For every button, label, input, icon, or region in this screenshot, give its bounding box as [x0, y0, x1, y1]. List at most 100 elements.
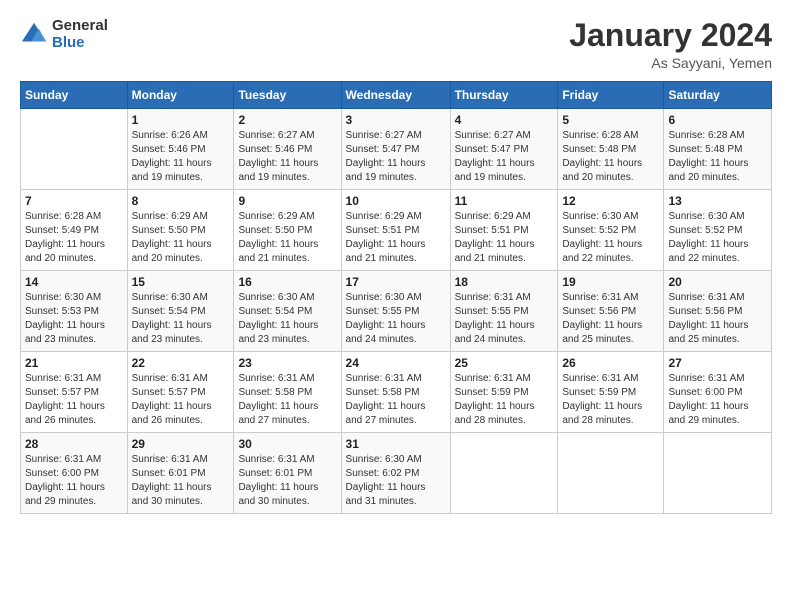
calendar-cell: 5 Sunrise: 6:28 AM Sunset: 5:48 PM Daylig…: [558, 109, 664, 190]
day-info: Sunrise: 6:31 AM Sunset: 6:00 PM Dayligh…: [668, 372, 767, 428]
calendar-cell: 30Sunrise: 6:31 AM Sunset: 6:01 PM Dayli…: [234, 433, 341, 514]
day-number: 13: [668, 194, 767, 208]
day-number: 11: [455, 194, 554, 208]
day-info: Sunrise: 6:30 AM Sunset: 5:53 PM Dayligh…: [25, 291, 123, 347]
day-number: 18: [455, 275, 554, 289]
calendar-cell: 18 Sunrise: 6:31 AM Sunset: 5:55 PM Dayli…: [450, 271, 558, 352]
calendar-cell: 19Sunrise: 6:31 AM Sunset: 5:56 PM Dayli…: [558, 271, 664, 352]
header: General Blue January 2024 As Sayyani, Ye…: [20, 18, 772, 71]
calendar-week-5: 28Sunrise: 6:31 AM Sunset: 6:00 PM Dayli…: [21, 433, 772, 514]
col-monday: Monday: [127, 82, 234, 109]
day-number: 30: [238, 437, 336, 451]
day-number: 5: [562, 113, 659, 127]
calendar-cell: 16 Sunrise: 6:30 AM Sunset: 5:54 PM Dayli…: [234, 271, 341, 352]
day-number: 31: [346, 437, 446, 451]
page: General Blue January 2024 As Sayyani, Ye…: [0, 0, 792, 612]
calendar-week-4: 21 Sunrise: 6:31 AM Sunset: 5:57 PM Dayli…: [21, 352, 772, 433]
calendar-cell: 9Sunrise: 6:29 AM Sunset: 5:50 PM Daylig…: [234, 190, 341, 271]
calendar-cell: [558, 433, 664, 514]
day-info: Sunrise: 6:31 AM Sunset: 5:59 PM Dayligh…: [562, 372, 659, 428]
day-info: Sunrise: 6:29 AM Sunset: 5:50 PM Dayligh…: [132, 210, 230, 266]
day-number: 21: [25, 356, 123, 370]
location-subtitle: As Sayyani, Yemen: [569, 55, 772, 71]
calendar-cell: [21, 109, 128, 190]
calendar-cell: 24Sunrise: 6:31 AM Sunset: 5:58 PM Dayli…: [341, 352, 450, 433]
col-tuesday: Tuesday: [234, 82, 341, 109]
day-number: 23: [238, 356, 336, 370]
day-info: Sunrise: 6:30 AM Sunset: 5:52 PM Dayligh…: [562, 210, 659, 266]
day-number: 22: [132, 356, 230, 370]
day-number: 16: [238, 275, 336, 289]
day-number: 14: [25, 275, 123, 289]
day-info: Sunrise: 6:31 AM Sunset: 6:00 PM Dayligh…: [25, 453, 123, 509]
calendar-cell: 29Sunrise: 6:31 AM Sunset: 6:01 PM Dayli…: [127, 433, 234, 514]
day-number: 6: [668, 113, 767, 127]
day-info: Sunrise: 6:27 AM Sunset: 5:47 PM Dayligh…: [346, 129, 446, 185]
calendar-cell: 23 Sunrise: 6:31 AM Sunset: 5:58 PM Dayli…: [234, 352, 341, 433]
calendar-cell: 4 Sunrise: 6:27 AM Sunset: 5:47 PM Daylig…: [450, 109, 558, 190]
calendar-cell: 22 Sunrise: 6:31 AM Sunset: 5:57 PM Dayli…: [127, 352, 234, 433]
day-info: Sunrise: 6:30 AM Sunset: 5:54 PM Dayligh…: [132, 291, 230, 347]
day-number: 12: [562, 194, 659, 208]
calendar-cell: 15 Sunrise: 6:30 AM Sunset: 5:54 PM Dayli…: [127, 271, 234, 352]
day-info: Sunrise: 6:27 AM Sunset: 5:47 PM Dayligh…: [455, 129, 554, 185]
calendar-cell: 13 Sunrise: 6:30 AM Sunset: 5:52 PM Dayli…: [664, 190, 772, 271]
day-number: 24: [346, 356, 446, 370]
calendar-cell: 2Sunrise: 6:27 AM Sunset: 5:46 PM Daylig…: [234, 109, 341, 190]
day-info: Sunrise: 6:31 AM Sunset: 5:59 PM Dayligh…: [455, 372, 554, 428]
calendar-cell: 14 Sunrise: 6:30 AM Sunset: 5:53 PM Dayli…: [21, 271, 128, 352]
day-number: 3: [346, 113, 446, 127]
logo-text: General Blue: [52, 18, 108, 51]
month-title: January 2024: [569, 18, 772, 53]
day-info: Sunrise: 6:29 AM Sunset: 5:51 PM Dayligh…: [346, 210, 446, 266]
col-sunday: Sunday: [21, 82, 128, 109]
calendar-body: 1 Sunrise: 6:26 AM Sunset: 5:46 PM Daylig…: [21, 109, 772, 514]
title-block: January 2024 As Sayyani, Yemen: [569, 18, 772, 71]
logo-general-text: General: [52, 18, 108, 35]
day-number: 8: [132, 194, 230, 208]
day-number: 17: [346, 275, 446, 289]
header-row: Sunday Monday Tuesday Wednesday Thursday…: [21, 82, 772, 109]
logo-icon: [20, 21, 48, 49]
day-number: 10: [346, 194, 446, 208]
day-number: 1: [132, 113, 230, 127]
day-info: Sunrise: 6:31 AM Sunset: 5:55 PM Dayligh…: [455, 291, 554, 347]
day-info: Sunrise: 6:30 AM Sunset: 5:54 PM Dayligh…: [238, 291, 336, 347]
calendar-cell: 11Sunrise: 6:29 AM Sunset: 5:51 PM Dayli…: [450, 190, 558, 271]
day-number: 4: [455, 113, 554, 127]
day-number: 19: [562, 275, 659, 289]
calendar-cell: 31 Sunrise: 6:30 AM Sunset: 6:02 PM Dayli…: [341, 433, 450, 514]
day-info: Sunrise: 6:30 AM Sunset: 5:55 PM Dayligh…: [346, 291, 446, 347]
day-info: Sunrise: 6:31 AM Sunset: 5:58 PM Dayligh…: [238, 372, 336, 428]
logo: General Blue: [20, 18, 108, 51]
calendar-cell: [664, 433, 772, 514]
calendar-cell: 20Sunrise: 6:31 AM Sunset: 5:56 PM Dayli…: [664, 271, 772, 352]
day-info: Sunrise: 6:30 AM Sunset: 6:02 PM Dayligh…: [346, 453, 446, 509]
day-number: 9: [238, 194, 336, 208]
day-info: Sunrise: 6:28 AM Sunset: 5:48 PM Dayligh…: [562, 129, 659, 185]
day-info: Sunrise: 6:31 AM Sunset: 5:57 PM Dayligh…: [132, 372, 230, 428]
day-info: Sunrise: 6:27 AM Sunset: 5:46 PM Dayligh…: [238, 129, 336, 185]
logo-blue-text: Blue: [52, 35, 108, 52]
day-number: 15: [132, 275, 230, 289]
day-info: Sunrise: 6:30 AM Sunset: 5:52 PM Dayligh…: [668, 210, 767, 266]
calendar-cell: 17 Sunrise: 6:30 AM Sunset: 5:55 PM Dayli…: [341, 271, 450, 352]
calendar-cell: 7Sunrise: 6:28 AM Sunset: 5:49 PM Daylig…: [21, 190, 128, 271]
day-info: Sunrise: 6:31 AM Sunset: 6:01 PM Dayligh…: [132, 453, 230, 509]
calendar-table: Sunday Monday Tuesday Wednesday Thursday…: [20, 81, 772, 514]
calendar-week-2: 7Sunrise: 6:28 AM Sunset: 5:49 PM Daylig…: [21, 190, 772, 271]
calendar-cell: 3 Sunrise: 6:27 AM Sunset: 5:47 PM Daylig…: [341, 109, 450, 190]
calendar-cell: 12 Sunrise: 6:30 AM Sunset: 5:52 PM Dayli…: [558, 190, 664, 271]
day-number: 27: [668, 356, 767, 370]
calendar-cell: 25 Sunrise: 6:31 AM Sunset: 5:59 PM Dayli…: [450, 352, 558, 433]
day-info: Sunrise: 6:31 AM Sunset: 5:56 PM Dayligh…: [668, 291, 767, 347]
calendar-cell: 26Sunrise: 6:31 AM Sunset: 5:59 PM Dayli…: [558, 352, 664, 433]
col-wednesday: Wednesday: [341, 82, 450, 109]
calendar-cell: 27 Sunrise: 6:31 AM Sunset: 6:00 PM Dayli…: [664, 352, 772, 433]
col-saturday: Saturday: [664, 82, 772, 109]
day-number: 25: [455, 356, 554, 370]
day-info: Sunrise: 6:26 AM Sunset: 5:46 PM Dayligh…: [132, 129, 230, 185]
calendar-cell: 8 Sunrise: 6:29 AM Sunset: 5:50 PM Daylig…: [127, 190, 234, 271]
calendar-cell: [450, 433, 558, 514]
calendar-cell: 10 Sunrise: 6:29 AM Sunset: 5:51 PM Dayli…: [341, 190, 450, 271]
